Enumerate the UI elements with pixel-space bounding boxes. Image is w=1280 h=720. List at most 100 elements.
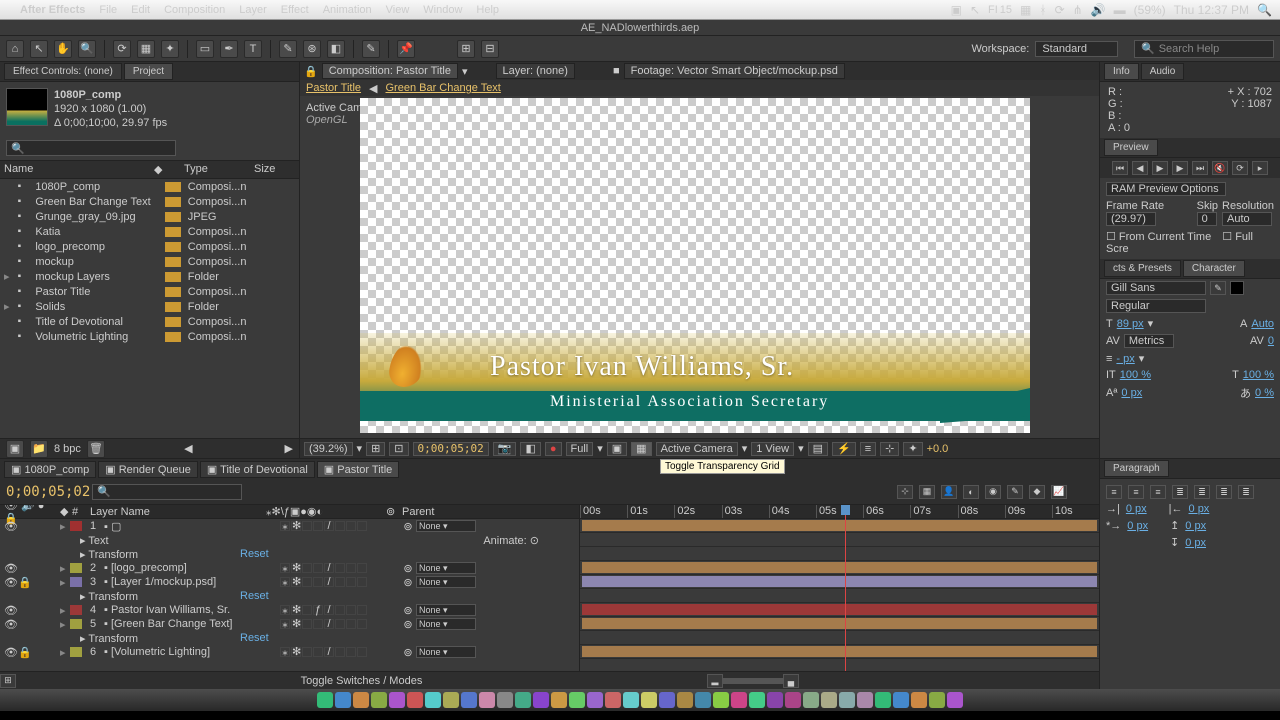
local-axis-icon[interactable]: ⊞ xyxy=(457,40,475,58)
mute-icon[interactable]: 🔇 xyxy=(1212,161,1228,175)
dock-app-icon[interactable] xyxy=(425,692,441,708)
menu-effect[interactable]: Effect xyxy=(281,4,309,16)
color-icon[interactable]: ● xyxy=(545,442,562,456)
menu-composition[interactable]: Composition xyxy=(164,4,225,16)
tab-footage[interactable]: Footage: Vector Smart Object/mockup.psd xyxy=(624,63,845,79)
align-left-icon[interactable]: ≡ xyxy=(1106,485,1122,499)
justify-all-icon[interactable]: ≣ xyxy=(1238,485,1254,499)
dock-app-icon[interactable] xyxy=(587,692,603,708)
align-right-icon[interactable]: ≡ xyxy=(1150,485,1166,499)
dock-app-icon[interactable] xyxy=(317,692,333,708)
scroll-right-icon[interactable]: ▶ xyxy=(285,442,293,455)
menu-window[interactable]: Window xyxy=(423,4,462,16)
project-item[interactable]: ▪mockupComposi...n xyxy=(0,254,299,269)
indent-right-input[interactable]: 0 px xyxy=(1189,503,1210,515)
align-center-icon[interactable]: ≡ xyxy=(1128,485,1144,499)
dock-app-icon[interactable] xyxy=(407,692,423,708)
project-item[interactable]: ▪KatiaComposi...n xyxy=(0,224,299,239)
resolution-select[interactable]: Full xyxy=(566,442,594,456)
skip-select[interactable]: 0 xyxy=(1197,212,1217,226)
guides-icon[interactable]: ⊡ xyxy=(389,442,408,456)
flow-pastor-title[interactable]: Pastor Title xyxy=(306,82,361,94)
dock-app-icon[interactable] xyxy=(497,692,513,708)
fill-color-swatch[interactable] xyxy=(1230,281,1244,295)
menulet-fi[interactable]: FI 15 xyxy=(988,4,1012,16)
app-name[interactable]: After Effects xyxy=(20,4,85,16)
property-track[interactable] xyxy=(580,631,1099,645)
dock-app-icon[interactable] xyxy=(875,692,891,708)
indent-left-input[interactable]: 0 px xyxy=(1126,503,1147,515)
tab-preview[interactable]: Preview xyxy=(1104,139,1158,156)
bpc-toggle[interactable]: 8 bpc xyxy=(54,443,81,455)
selection-tool-icon[interactable]: ↖ xyxy=(30,40,48,58)
project-item[interactable]: ▪logo_precompComposi...n xyxy=(0,239,299,254)
ruler-tick[interactable]: 07s xyxy=(910,505,957,518)
graph-editor-icon[interactable]: 📈 xyxy=(1051,485,1067,499)
ruler-tick[interactable]: 01s xyxy=(627,505,674,518)
workspace-select[interactable]: Standard xyxy=(1035,41,1118,57)
layer-property-row[interactable]: ▸ TextAnimate: ⊙ xyxy=(0,533,579,547)
ram-preview-icon[interactable]: ▸ xyxy=(1252,161,1268,175)
justify-center-icon[interactable]: ≣ xyxy=(1194,485,1210,499)
timeline-tab[interactable]: ▣ 1080P_comp xyxy=(4,461,96,478)
layer-property-row[interactable]: ▸ TransformReset xyxy=(0,547,579,561)
dock-app-icon[interactable] xyxy=(893,692,909,708)
dock-app-icon[interactable] xyxy=(695,692,711,708)
dock-app-icon[interactable] xyxy=(659,692,675,708)
project-item[interactable]: ▪Grunge_gray_09.jpgJPEG xyxy=(0,209,299,224)
project-item[interactable]: ▪1080P_compComposi...n xyxy=(0,179,299,194)
comp-mini-flowchart-icon[interactable]: ⊹ xyxy=(897,485,913,499)
dock-app-icon[interactable] xyxy=(767,692,783,708)
last-frame-icon[interactable]: ⏭ xyxy=(1192,161,1208,175)
font-family-select[interactable]: Gill Sans xyxy=(1106,281,1206,295)
timeline-tab[interactable]: ▣ Render Queue xyxy=(98,461,198,478)
delete-icon[interactable]: 🗑 xyxy=(87,440,105,458)
dock-app-icon[interactable] xyxy=(335,692,351,708)
ruler-tick[interactable]: 04s xyxy=(769,505,816,518)
playhead[interactable] xyxy=(845,505,846,671)
dock-app-icon[interactable] xyxy=(371,692,387,708)
volume-icon[interactable]: 🔊 xyxy=(1091,3,1106,17)
project-item[interactable]: ▪Green Bar Change TextComposi...n xyxy=(0,194,299,209)
ruler-tick[interactable]: 00s xyxy=(580,505,627,518)
world-axis-icon[interactable]: ⊟ xyxy=(481,40,499,58)
tab-paragraph[interactable]: Paragraph xyxy=(1104,460,1169,477)
indent-first-input[interactable]: 0 px xyxy=(1127,520,1148,532)
dock-app-icon[interactable] xyxy=(803,692,819,708)
dock-app-icon[interactable] xyxy=(821,692,837,708)
tab-audio[interactable]: Audio xyxy=(1141,63,1185,80)
flow-green-bar[interactable]: Green Bar Change Text xyxy=(386,82,501,94)
clone-tool-icon[interactable]: ⊛ xyxy=(303,40,321,58)
dock-app-icon[interactable] xyxy=(443,692,459,708)
scroll-left-icon[interactable]: ◀ xyxy=(184,442,192,455)
baseline-input[interactable]: 0 px xyxy=(1121,387,1142,399)
mac-dock[interactable] xyxy=(0,689,1280,711)
project-item[interactable]: ▪Volumetric LightingComposi...n xyxy=(0,329,299,344)
layer-property-row[interactable]: ▸ TransformReset xyxy=(0,589,579,603)
justify-left-icon[interactable]: ≣ xyxy=(1172,485,1188,499)
dock-app-icon[interactable] xyxy=(713,692,729,708)
menu-edit[interactable]: Edit xyxy=(131,4,150,16)
menu-animation[interactable]: Animation xyxy=(323,4,372,16)
timeline-timecode[interactable]: 0;00;05;02 xyxy=(6,484,86,500)
time-machine-icon[interactable]: ⟳ xyxy=(1055,3,1065,17)
help-search-input[interactable]: 🔍 Search Help xyxy=(1134,40,1274,58)
project-item[interactable]: ▸▪mockup LayersFolder xyxy=(0,269,299,284)
bluetooth-icon[interactable]: ᚼ xyxy=(1039,3,1046,17)
lock-icon[interactable]: 🔒 xyxy=(304,65,318,78)
dock-app-icon[interactable] xyxy=(389,692,405,708)
dock-app-icon[interactable] xyxy=(569,692,585,708)
ruler-tick[interactable]: 06s xyxy=(863,505,910,518)
zoom-slider[interactable] xyxy=(723,678,783,684)
snapshot-icon[interactable]: 📷 xyxy=(493,442,517,456)
clock[interactable]: Thu 12:37 PM xyxy=(1174,3,1249,17)
prev-frame-icon[interactable]: ◀ xyxy=(1132,161,1148,175)
wifi-icon[interactable]: ⋔ xyxy=(1073,3,1083,17)
roto-tool-icon[interactable]: ✎ xyxy=(362,40,380,58)
property-track[interactable] xyxy=(580,589,1099,603)
preview-res-select[interactable]: Auto xyxy=(1222,212,1272,226)
timeline-tab[interactable]: ▣ Pastor Title xyxy=(317,461,399,478)
property-track[interactable] xyxy=(580,533,1099,547)
tab-composition[interactable]: Composition: Pastor Title xyxy=(322,63,458,79)
shy-icon[interactable]: 👤 xyxy=(941,485,957,499)
